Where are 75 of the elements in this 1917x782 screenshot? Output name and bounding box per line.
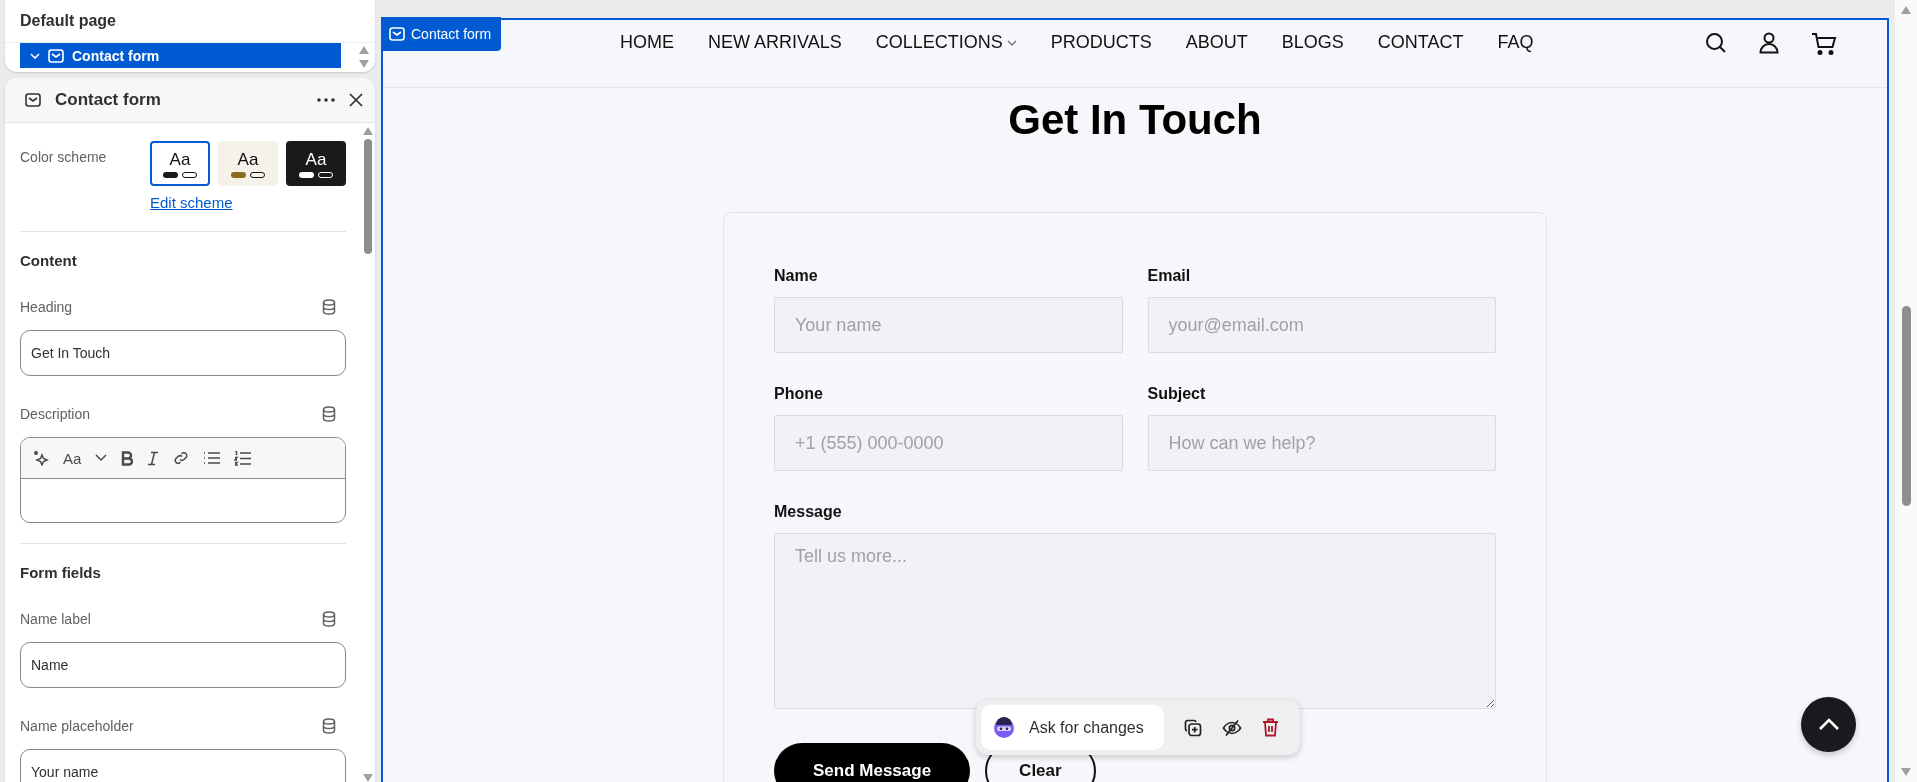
- section-tag-label: Contact form: [411, 26, 492, 42]
- panel-title: Contact form: [55, 90, 161, 110]
- sparkle-icon[interactable]: [33, 450, 49, 466]
- italic-icon[interactable]: [147, 450, 160, 466]
- field-label: Description: [20, 406, 91, 422]
- edit-scheme-link[interactable]: Edit scheme: [150, 194, 233, 211]
- chevron-down-icon[interactable]: [1006, 39, 1017, 46]
- user-icon[interactable]: [1759, 32, 1779, 54]
- section-title: Content: [20, 252, 78, 269]
- message-field[interactable]: Tell us more...: [774, 533, 1496, 709]
- font-size-button[interactable]: Aa: [63, 449, 82, 467]
- nav-link[interactable]: HOME: [620, 32, 674, 53]
- delete-icon[interactable]: [1261, 718, 1279, 737]
- robot-avatar-icon: [993, 716, 1015, 739]
- input-field[interactable]: How can we help?: [1147, 415, 1496, 471]
- ask-for-changes-button[interactable]: Ask for changes: [981, 705, 1164, 750]
- nav-link[interactable]: BLOGS: [1281, 32, 1344, 53]
- color-scheme-option[interactable]: Aa: [218, 141, 278, 186]
- page-title: Default page: [19, 11, 117, 31]
- close-icon[interactable]: [349, 93, 363, 107]
- nav-link[interactable]: COLLECTIONS: [875, 32, 1017, 53]
- field-label: Name placeholder: [20, 718, 134, 734]
- field-label: Heading: [20, 299, 73, 315]
- link-icon[interactable]: [173, 450, 190, 466]
- scrollbar-thumb[interactable]: [364, 139, 372, 254]
- text-field[interactable]: Get In Touch: [20, 330, 346, 376]
- numbered-list-icon[interactable]: [234, 450, 252, 466]
- tree-item[interactable]: Contact form: [20, 43, 341, 68]
- field-label: Subject: [1147, 385, 1206, 403]
- input-field[interactable]: your@email.com: [1147, 297, 1496, 353]
- field-label: Email: [1147, 267, 1191, 285]
- page-heading: Get In Touch: [1007, 96, 1263, 144]
- database-icon: [322, 718, 336, 734]
- nav-link[interactable]: CONTACT: [1377, 32, 1464, 53]
- field-label: Message: [774, 503, 842, 521]
- tree-item-label: Contact form: [72, 47, 160, 64]
- send-button[interactable]: Send Message: [774, 743, 971, 782]
- field-label: Color scheme: [20, 148, 108, 167]
- nav-link[interactable]: NEW ARRIVALS: [708, 32, 842, 53]
- text-field[interactable]: Your name: [20, 749, 346, 782]
- envelope-icon: [25, 93, 41, 107]
- envelope-icon: [389, 27, 405, 41]
- database-icon: [322, 611, 336, 627]
- scroll-up-arrow-icon[interactable]: [363, 127, 373, 135]
- color-scheme-option[interactable]: Aa: [150, 141, 210, 186]
- chevron-down-icon[interactable]: [95, 454, 108, 462]
- database-icon: [322, 299, 336, 315]
- nav-link[interactable]: ABOUT: [1185, 32, 1248, 53]
- database-icon: [322, 406, 336, 422]
- text-field[interactable]: Name: [20, 642, 346, 688]
- scrollbar-thumb[interactable]: [1901, 306, 1911, 506]
- more-icon[interactable]: [317, 98, 335, 102]
- rich-text-editor[interactable]: Aa: [20, 437, 346, 523]
- scroll-up-arrow-icon[interactable]: [359, 46, 369, 54]
- input-field[interactable]: +1 (555) 000-0000: [774, 415, 1123, 471]
- bullet-list-icon[interactable]: [203, 451, 221, 465]
- search-icon[interactable]: [1705, 32, 1727, 54]
- chevron-down-icon[interactable]: [30, 50, 40, 61]
- field-label: Phone: [774, 385, 823, 403]
- hide-icon[interactable]: [1221, 718, 1242, 737]
- scroll-down-arrow-icon[interactable]: [359, 60, 369, 68]
- field-label: Name label: [20, 611, 91, 627]
- nav-link[interactable]: PRODUCTS: [1050, 32, 1152, 53]
- duplicate-icon[interactable]: [1183, 718, 1202, 737]
- section-title: Form fields: [20, 564, 102, 581]
- input-field[interactable]: Your name: [774, 297, 1123, 353]
- envelope-icon: [48, 48, 64, 63]
- chevron-up-icon[interactable]: [1817, 718, 1840, 731]
- color-scheme-option[interactable]: Aa: [286, 141, 346, 186]
- field-label: Name: [774, 267, 818, 285]
- back-to-top-button[interactable]: [1801, 697, 1856, 752]
- nav-link[interactable]: FAQ: [1497, 32, 1534, 53]
- bold-icon[interactable]: [121, 450, 134, 466]
- cart-icon[interactable]: [1811, 32, 1837, 56]
- scroll-down-arrow-icon[interactable]: [363, 774, 373, 782]
